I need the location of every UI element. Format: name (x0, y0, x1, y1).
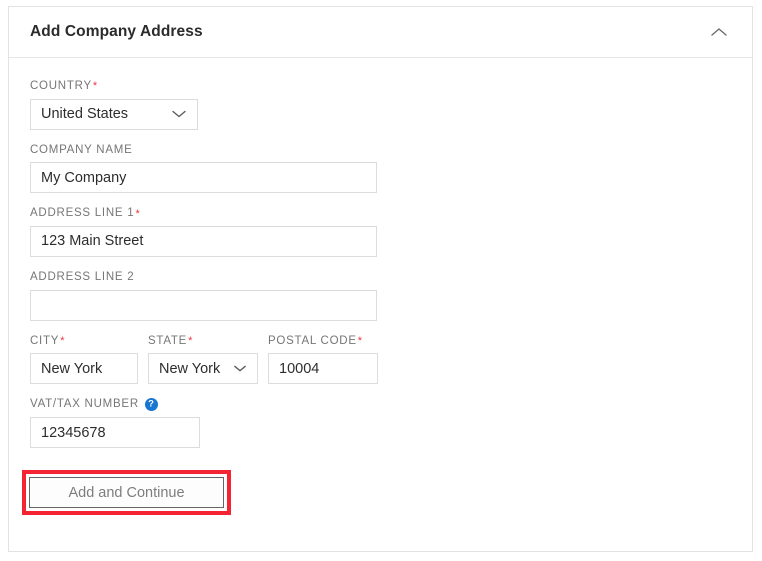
field-vat-tax-number: VAT/TAX NUMBER ? (30, 398, 731, 449)
address-line-2-input[interactable] (30, 289, 377, 321)
field-country: COUNTRY * United States (30, 80, 731, 130)
required-asterisk: * (188, 334, 194, 347)
postal-code-label-text: POSTAL CODE (268, 334, 357, 347)
company-name-input[interactable] (30, 162, 377, 194)
collapse-section-button[interactable] (706, 19, 732, 45)
postal-code-label: POSTAL CODE * (268, 335, 378, 348)
company-name-label: COMPANY NAME (30, 144, 731, 157)
address-line-1-label: ADDRESS LINE 1 * (30, 207, 731, 220)
company-name-label-text: COMPANY NAME (30, 143, 133, 156)
country-select[interactable]: United States (30, 98, 198, 130)
state-label: STATE * (148, 335, 258, 348)
address-line-1-label-text: ADDRESS LINE 1 (30, 207, 135, 220)
card-header: Add Company Address (9, 7, 752, 58)
required-asterisk: * (135, 207, 141, 220)
chevron-up-icon (710, 26, 728, 38)
help-icon-glyph: ? (148, 398, 155, 410)
field-postal-code: POSTAL CODE * (268, 335, 378, 385)
country-label-text: COUNTRY (30, 80, 92, 92)
city-label: CITY * (30, 335, 138, 348)
add-and-continue-label: Add and Continue (68, 484, 185, 501)
chevron-down-icon (171, 109, 187, 119)
vat-tax-number-label: VAT/TAX NUMBER ? (30, 398, 731, 412)
required-asterisk: * (60, 334, 66, 347)
country-label: COUNTRY * (30, 80, 731, 93)
field-address-line-1: ADDRESS LINE 1 * (30, 207, 731, 257)
add-company-address-card: Add Company Address COUNTRY * United Stat… (8, 6, 753, 552)
question-mark-circle-icon[interactable]: ? (144, 398, 158, 412)
field-address-line-2: ADDRESS LINE 2 (30, 271, 731, 321)
chevron-down-icon (233, 364, 247, 373)
address-line-2-label: ADDRESS LINE 2 (30, 271, 731, 284)
address-line-2-label-text: ADDRESS LINE 2 (30, 270, 135, 283)
state-label-text: STATE (148, 334, 188, 347)
page-title: Add Company Address (30, 23, 203, 41)
country-select-value: United States (41, 106, 129, 123)
required-asterisk: * (357, 334, 363, 347)
field-city: CITY * (30, 335, 138, 385)
address-line-1-input[interactable] (30, 225, 377, 257)
address-form: COUNTRY * United States COMPANY NAME My … (9, 58, 752, 516)
highlight-annotation: Add and Continue (22, 470, 231, 516)
field-state: STATE * New York (148, 335, 258, 385)
postal-code-input[interactable] (268, 353, 378, 385)
city-state-postal-row: CITY* STATE* New York (30, 335, 731, 385)
vat-tax-number-label-text: VAT/TAX NUMBER (30, 398, 139, 411)
add-and-continue-button[interactable]: Add and Continue (29, 477, 224, 509)
vat-tax-number-input[interactable] (30, 417, 200, 449)
state-select-box[interactable]: New York (148, 353, 258, 385)
city-label-text: CITY (30, 334, 60, 347)
state-select-value: New York (159, 360, 221, 377)
country-select-box[interactable]: United States (30, 98, 198, 130)
required-asterisk: * (92, 80, 98, 93)
city-input[interactable] (30, 353, 138, 385)
field-company-name: COMPANY NAME (30, 144, 731, 194)
state-select[interactable]: New York (148, 353, 258, 385)
